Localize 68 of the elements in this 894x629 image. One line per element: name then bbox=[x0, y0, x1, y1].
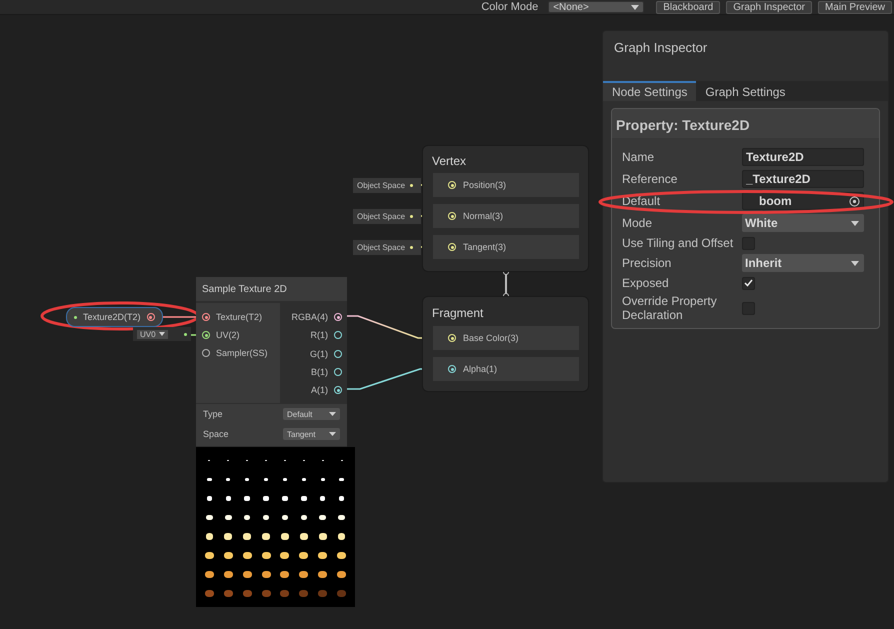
port-label[interactable]: A(1) bbox=[310, 384, 342, 396]
color-mode-label: Color Mode bbox=[481, 1, 538, 13]
setting-label: Space bbox=[203, 429, 229, 439]
port-icon[interactable] bbox=[448, 365, 456, 373]
port-label[interactable]: RGBA(4) bbox=[291, 311, 342, 323]
dropdown[interactable]: White bbox=[742, 214, 864, 232]
caret-icon bbox=[631, 4, 640, 10]
caret-icon bbox=[158, 332, 165, 336]
tab[interactable]: Graph Settings bbox=[696, 81, 794, 101]
port-icon[interactable] bbox=[334, 368, 342, 376]
field-label: Exposed bbox=[622, 276, 669, 290]
port-icon[interactable] bbox=[334, 331, 342, 340]
port-icon[interactable] bbox=[146, 313, 155, 321]
port-icon[interactable] bbox=[334, 386, 342, 394]
dot-icon bbox=[74, 316, 77, 318]
port-icon[interactable] bbox=[334, 313, 342, 321]
uv-dropdown[interactable]: UV0 bbox=[133, 327, 191, 341]
input-chip[interactable]: Object Space bbox=[353, 178, 421, 193]
dot-icon bbox=[410, 215, 414, 218]
port-label[interactable]: G(1) bbox=[310, 348, 342, 360]
port-label[interactable]: R(1) bbox=[310, 329, 342, 342]
node-title: Fragment bbox=[432, 306, 484, 320]
dot-icon bbox=[410, 184, 414, 187]
property-node[interactable]: Texture2D(T2) bbox=[66, 307, 163, 327]
caret-icon bbox=[329, 412, 336, 416]
port-icon[interactable] bbox=[202, 349, 210, 357]
port-label[interactable]: Sampler(SS) bbox=[202, 347, 268, 359]
field-label: Use Tiling and Offset bbox=[622, 236, 734, 250]
port-row[interactable]: Alpha(1) bbox=[433, 357, 579, 381]
tab[interactable]: Node Settings bbox=[603, 81, 696, 101]
dot-icon bbox=[410, 246, 414, 249]
caret-icon bbox=[329, 432, 336, 436]
field-label: Name bbox=[622, 150, 654, 164]
port-row[interactable]: Tangent(3) bbox=[433, 235, 579, 259]
port-row[interactable]: Normal(3) bbox=[433, 204, 579, 228]
color-mode-dropdown[interactable]: <None> bbox=[548, 1, 644, 13]
toolbar-button[interactable]: Graph Inspector bbox=[726, 0, 812, 14]
dropdown[interactable]: Inherit bbox=[742, 254, 864, 272]
setting-dropdown[interactable]: Default bbox=[283, 408, 340, 420]
section-title: Property: Texture2D bbox=[612, 109, 879, 138]
setting-label: Type bbox=[203, 409, 223, 419]
panel-title: Graph Inspector bbox=[613, 39, 708, 57]
port-row[interactable]: Position(3) bbox=[433, 173, 579, 197]
text-field[interactable]: Texture2D bbox=[742, 148, 864, 166]
field-label: Reference bbox=[622, 172, 678, 186]
toolbar-button[interactable]: Main Preview bbox=[818, 0, 892, 14]
caret-icon bbox=[851, 260, 859, 266]
port-label[interactable]: UV(2) bbox=[202, 329, 240, 341]
text-field[interactable]: _Texture2D bbox=[742, 170, 864, 188]
field-label: Override Property Declaration bbox=[622, 294, 718, 322]
caret-icon bbox=[851, 220, 859, 226]
input-chip[interactable]: Object Space bbox=[353, 240, 421, 255]
node-title: Sample Texture 2D bbox=[196, 277, 347, 301]
field-label: Default bbox=[622, 194, 660, 208]
toolbar-button[interactable]: Blackboard bbox=[656, 0, 720, 14]
setting-dropdown[interactable]: Tangent bbox=[283, 428, 340, 440]
port-row[interactable]: Base Color(3) bbox=[433, 326, 579, 350]
target-icon[interactable] bbox=[849, 196, 860, 206]
port-icon[interactable] bbox=[202, 313, 210, 321]
checkbox[interactable] bbox=[742, 276, 755, 290]
node-title: Vertex bbox=[432, 154, 466, 168]
field-label: Mode bbox=[622, 216, 652, 230]
input-chip[interactable]: Object Space bbox=[353, 209, 421, 224]
port-label[interactable]: B(1) bbox=[310, 366, 342, 378]
port-label[interactable]: Texture(T2) bbox=[202, 311, 262, 323]
field-label: Precision bbox=[622, 256, 672, 270]
port-icon[interactable] bbox=[334, 350, 342, 358]
port-icon[interactable] bbox=[202, 331, 210, 339]
